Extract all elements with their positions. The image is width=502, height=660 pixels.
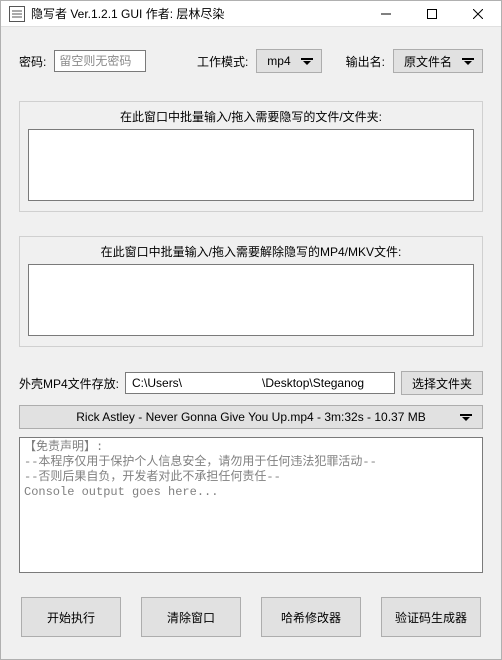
maximize-button[interactable] <box>409 1 455 26</box>
hide-group-caption: 在此窗口中批量输入/拖入需要隐写的文件/文件夹: <box>28 108 474 125</box>
chevron-down-icon <box>460 413 472 421</box>
unhide-group: 在此窗口中批量输入/拖入需要解除隐写的MP4/MKV文件: <box>19 236 483 347</box>
password-label: 密码: <box>19 53 46 70</box>
mode-label: 工作模式: <box>197 53 248 70</box>
app-icon <box>9 6 25 22</box>
client-area: 密码: 工作模式: mp4 输出名: 原文件名 在此窗口中批量输入/拖入需要隐写… <box>1 27 501 659</box>
close-button[interactable] <box>455 1 501 26</box>
hide-group: 在此窗口中批量输入/拖入需要隐写的文件/文件夹: <box>19 101 483 212</box>
mode-select-value: mp4 <box>267 54 290 68</box>
top-row: 密码: 工作模式: mp4 输出名: 原文件名 <box>19 49 483 73</box>
output-name-select[interactable]: 原文件名 <box>393 49 483 73</box>
password-input[interactable] <box>54 50 146 72</box>
shell-file-row: Rick Astley - Never Gonna Give You Up.mp… <box>19 405 483 429</box>
unhide-files-list[interactable] <box>28 264 474 336</box>
titlebar: 隐写者 Ver.1.2.1 GUI 作者: 层林尽染 <box>1 1 501 27</box>
console-output[interactable]: 【免责声明】: --本程序仅用于保护个人信息安全，请勿用于任何违法犯罪活动-- … <box>19 437 483 573</box>
shell-file-value: Rick Astley - Never Gonna Give You Up.mp… <box>76 410 426 424</box>
verify-button[interactable]: 验证码生成器 <box>381 597 481 637</box>
window-title: 隐写者 Ver.1.2.1 GUI 作者: 层林尽染 <box>31 5 363 22</box>
clear-button[interactable]: 清除窗口 <box>141 597 241 637</box>
unhide-group-caption: 在此窗口中批量输入/拖入需要解除隐写的MP4/MKV文件: <box>28 243 474 260</box>
path-row: 外壳MP4文件存放: 选择文件夹 <box>19 371 483 395</box>
output-name-label: 输出名: <box>346 53 385 70</box>
output-name-value: 原文件名 <box>404 53 452 70</box>
shell-path-input[interactable] <box>125 372 395 394</box>
minimize-button[interactable] <box>363 1 409 26</box>
start-button[interactable]: 开始执行 <box>21 597 121 637</box>
shell-file-select[interactable]: Rick Astley - Never Gonna Give You Up.mp… <box>19 405 483 429</box>
shell-path-label: 外壳MP4文件存放: <box>19 375 119 392</box>
chevron-down-icon <box>301 57 313 65</box>
bottom-buttons: 开始执行 清除窗口 哈希修改器 验证码生成器 <box>19 573 483 659</box>
mode-select[interactable]: mp4 <box>256 49 321 73</box>
hash-button[interactable]: 哈希修改器 <box>261 597 361 637</box>
chevron-down-icon <box>462 57 474 65</box>
window-controls <box>363 1 501 26</box>
browse-folder-button[interactable]: 选择文件夹 <box>401 371 483 395</box>
hide-files-list[interactable] <box>28 129 474 201</box>
app-window: 隐写者 Ver.1.2.1 GUI 作者: 层林尽染 密码: 工作模式: mp4 <box>0 0 502 660</box>
